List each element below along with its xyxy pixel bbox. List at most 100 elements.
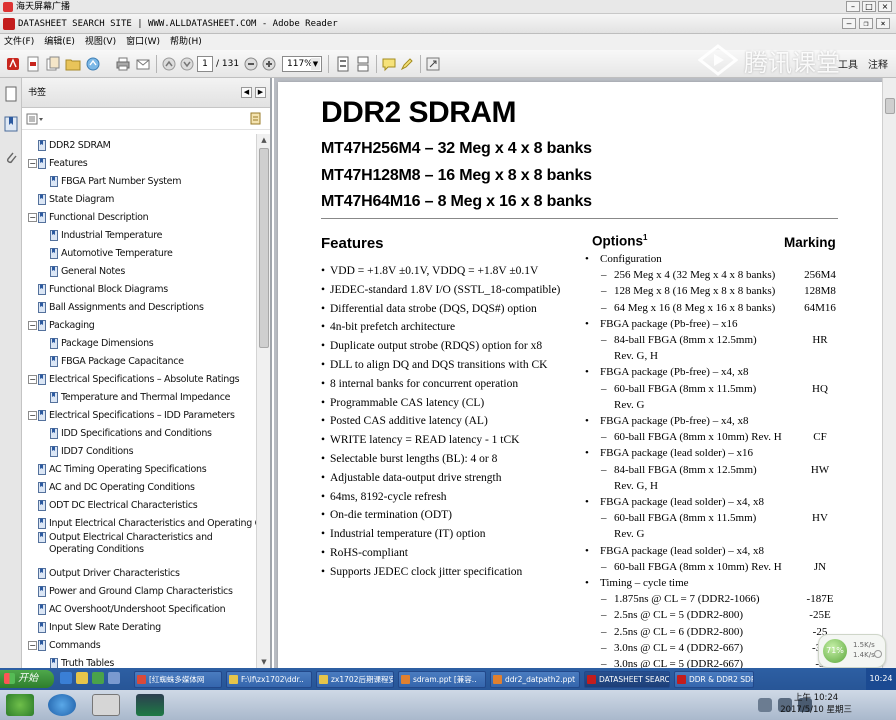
pdf-document-icon[interactable] — [24, 55, 42, 73]
bookmark-item[interactable]: Temperature and Thermal Impedance — [40, 388, 231, 406]
scroll-mode-icon[interactable] — [354, 55, 372, 73]
maximize-button[interactable]: □ — [862, 1, 876, 12]
comment-button[interactable]: 注释 — [868, 56, 888, 71]
quicklaunch-app-icon[interactable] — [92, 672, 104, 684]
tray-flag-icon[interactable] — [758, 698, 772, 712]
collapse-toggle-icon[interactable]: − — [28, 374, 37, 384]
highlight-icon[interactable] — [398, 55, 416, 73]
collapse-toggle-icon[interactable]: − — [28, 158, 37, 168]
menu-item[interactable]: 视图(V) — [85, 34, 116, 50]
bookmarks-scrollbar[interactable]: ▲ ▼ — [256, 134, 270, 668]
page-thumbnails-icon[interactable] — [3, 86, 19, 102]
menu-item[interactable]: 文件(F) — [4, 34, 34, 50]
system-clock[interactable]: 上午 10:24 2017/5/10 星期三 — [780, 692, 852, 716]
scroll-down-icon[interactable]: ▼ — [258, 656, 270, 668]
start-button[interactable]: 开始 — [0, 670, 54, 688]
page-number-input[interactable]: 1 — [197, 56, 213, 72]
taskbar-task-button[interactable]: DDR & DDR2 SDRAM.. — [674, 671, 754, 688]
expand-icon[interactable] — [424, 55, 442, 73]
taskbar-task-button[interactable]: F:\lf\zx1702\ddr.. — [226, 671, 312, 688]
collapse-toggle-icon[interactable]: − — [28, 640, 37, 650]
bookmark-item[interactable]: Functional Block Diagrams — [28, 280, 168, 298]
bookmark-item[interactable]: IDD Specifications and Conditions — [40, 424, 212, 442]
bookmark-item[interactable]: General Notes — [40, 262, 125, 280]
reader-close-button[interactable]: × — [876, 18, 890, 29]
widget-close-icon[interactable] — [874, 650, 882, 658]
collapse-toggle-icon[interactable]: − — [28, 410, 37, 420]
comment-icon[interactable] — [380, 55, 398, 73]
quicklaunch-folder-icon[interactable] — [76, 672, 88, 684]
zoom-in-icon[interactable] — [260, 55, 278, 73]
quicklaunch-desktop-icon[interactable] — [108, 672, 120, 684]
bookmark-item[interactable]: IDD7 Conditions — [40, 442, 134, 460]
windows-orb-icon[interactable] — [6, 694, 34, 716]
taskbar-task-button[interactable]: sdram.ppt [兼容.. — [398, 671, 486, 688]
bookmark-item[interactable]: Output Driver Characteristics — [28, 564, 180, 582]
menu-item[interactable]: 窗口(W) — [126, 34, 160, 50]
document-scrollbar[interactable] — [882, 78, 896, 668]
bookmark-item[interactable]: Input Slew Rate Derating — [28, 618, 161, 636]
bookmark-item[interactable]: − Commands — [28, 636, 101, 654]
menu-item[interactable]: 编辑(E) — [44, 34, 75, 50]
bookmark-item[interactable]: AC Timing Operating Specifications — [28, 460, 207, 478]
bookmark-item[interactable]: State Diagram — [28, 190, 114, 208]
bookmark-item[interactable]: − Packaging — [28, 316, 95, 334]
bookmark-item[interactable]: Industrial Temperature — [40, 226, 162, 244]
email-icon[interactable] — [134, 55, 152, 73]
taskbar-task-button[interactable]: ddr2_datpath2.ppt — [490, 671, 580, 688]
previous-page-icon[interactable] — [160, 55, 178, 73]
bookmark-item[interactable]: − Functional Description — [28, 208, 149, 226]
print-icon[interactable] — [114, 55, 132, 73]
bookmark-item[interactable]: DDR2 SDRAM — [28, 136, 111, 154]
bookmark-item[interactable]: Power and Ground Clamp Characteristics — [28, 582, 233, 600]
taskbar-task-button[interactable]: zx1702后期课程安.. — [316, 671, 394, 688]
bookmark-item[interactable]: − Electrical Specifications – IDD Paramet… — [28, 406, 235, 424]
tools-button[interactable]: 工具 — [838, 56, 858, 71]
collapse-toggle-icon[interactable]: − — [28, 320, 37, 330]
bookmarks-scroll-thumb[interactable] — [259, 148, 269, 348]
minimize-button[interactable]: – — [846, 1, 860, 12]
bookmark-item[interactable]: − Features — [28, 154, 88, 172]
zoom-out-icon[interactable] — [242, 55, 260, 73]
bookmark-item[interactable]: Truth Tables — [40, 654, 114, 668]
bookmark-item[interactable]: Output Electrical Characteristics and Op… — [28, 532, 228, 558]
close-button[interactable]: × — [878, 1, 892, 12]
document-scroll-thumb[interactable] — [885, 98, 895, 114]
scroll-up-icon[interactable]: ▲ — [258, 134, 270, 146]
open-folder-icon[interactable] — [64, 55, 82, 73]
zoom-select[interactable]: 117% ▼ — [282, 56, 322, 72]
bookmark-item[interactable]: − Electrical Specifications – Absolute Ra… — [28, 370, 240, 388]
bookmark-options-icon[interactable] — [26, 112, 44, 126]
chevron-down-icon[interactable]: ▼ — [311, 58, 320, 70]
combine-files-icon[interactable] — [44, 55, 62, 73]
attachments-icon[interactable] — [3, 150, 19, 166]
tag-bookmark-icon[interactable] — [250, 112, 262, 126]
reader-restore-button[interactable]: ❐ — [859, 18, 873, 29]
bookmark-item[interactable]: FBGA Part Number System — [40, 172, 181, 190]
collapse-toggle-icon[interactable]: − — [28, 212, 37, 222]
bookmark-item[interactable]: Ball Assignments and Descriptions — [28, 298, 204, 316]
share-icon[interactable] — [84, 55, 102, 73]
create-pdf-icon[interactable] — [4, 55, 22, 73]
quicklaunch-browser-icon[interactable] — [60, 672, 72, 684]
bookmark-item[interactable]: FBGA Package Capacitance — [40, 352, 184, 370]
taskbar-task-button[interactable]: [红蜘蛛多媒体网 — [134, 671, 222, 688]
reader-minimize-button[interactable]: – — [842, 18, 856, 29]
fit-page-icon[interactable] — [334, 55, 352, 73]
bookmark-item[interactable]: Automotive Temperature — [40, 244, 173, 262]
bookmark-item[interactable]: AC Overshoot/Undershoot Specification — [28, 600, 226, 618]
close-panel-icon[interactable]: ▶ — [255, 87, 266, 98]
bookmark-item[interactable]: Input Electrical Characteristics and Ope… — [28, 514, 256, 532]
collapse-panel-icon[interactable]: ◀ — [241, 87, 252, 98]
monitor-app-icon[interactable] — [136, 694, 164, 716]
network-speed-widget[interactable]: 71% 1.5K/s 1.4K/s — [818, 634, 886, 668]
bookmark-item[interactable]: ODT DC Electrical Characteristics — [28, 496, 198, 514]
projector-app-icon[interactable] — [92, 694, 120, 716]
bookmarks-icon[interactable] — [3, 116, 19, 132]
internet-explorer-icon[interactable] — [48, 694, 76, 716]
taskbar-task-button[interactable]: DATASHEET SEARCH.. — [584, 671, 670, 688]
tray-clock[interactable]: 10:24 — [866, 668, 896, 690]
bookmark-item[interactable]: Package Dimensions — [40, 334, 154, 352]
next-page-icon[interactable] — [178, 55, 196, 73]
menu-item[interactable]: 帮助(H) — [170, 34, 202, 50]
